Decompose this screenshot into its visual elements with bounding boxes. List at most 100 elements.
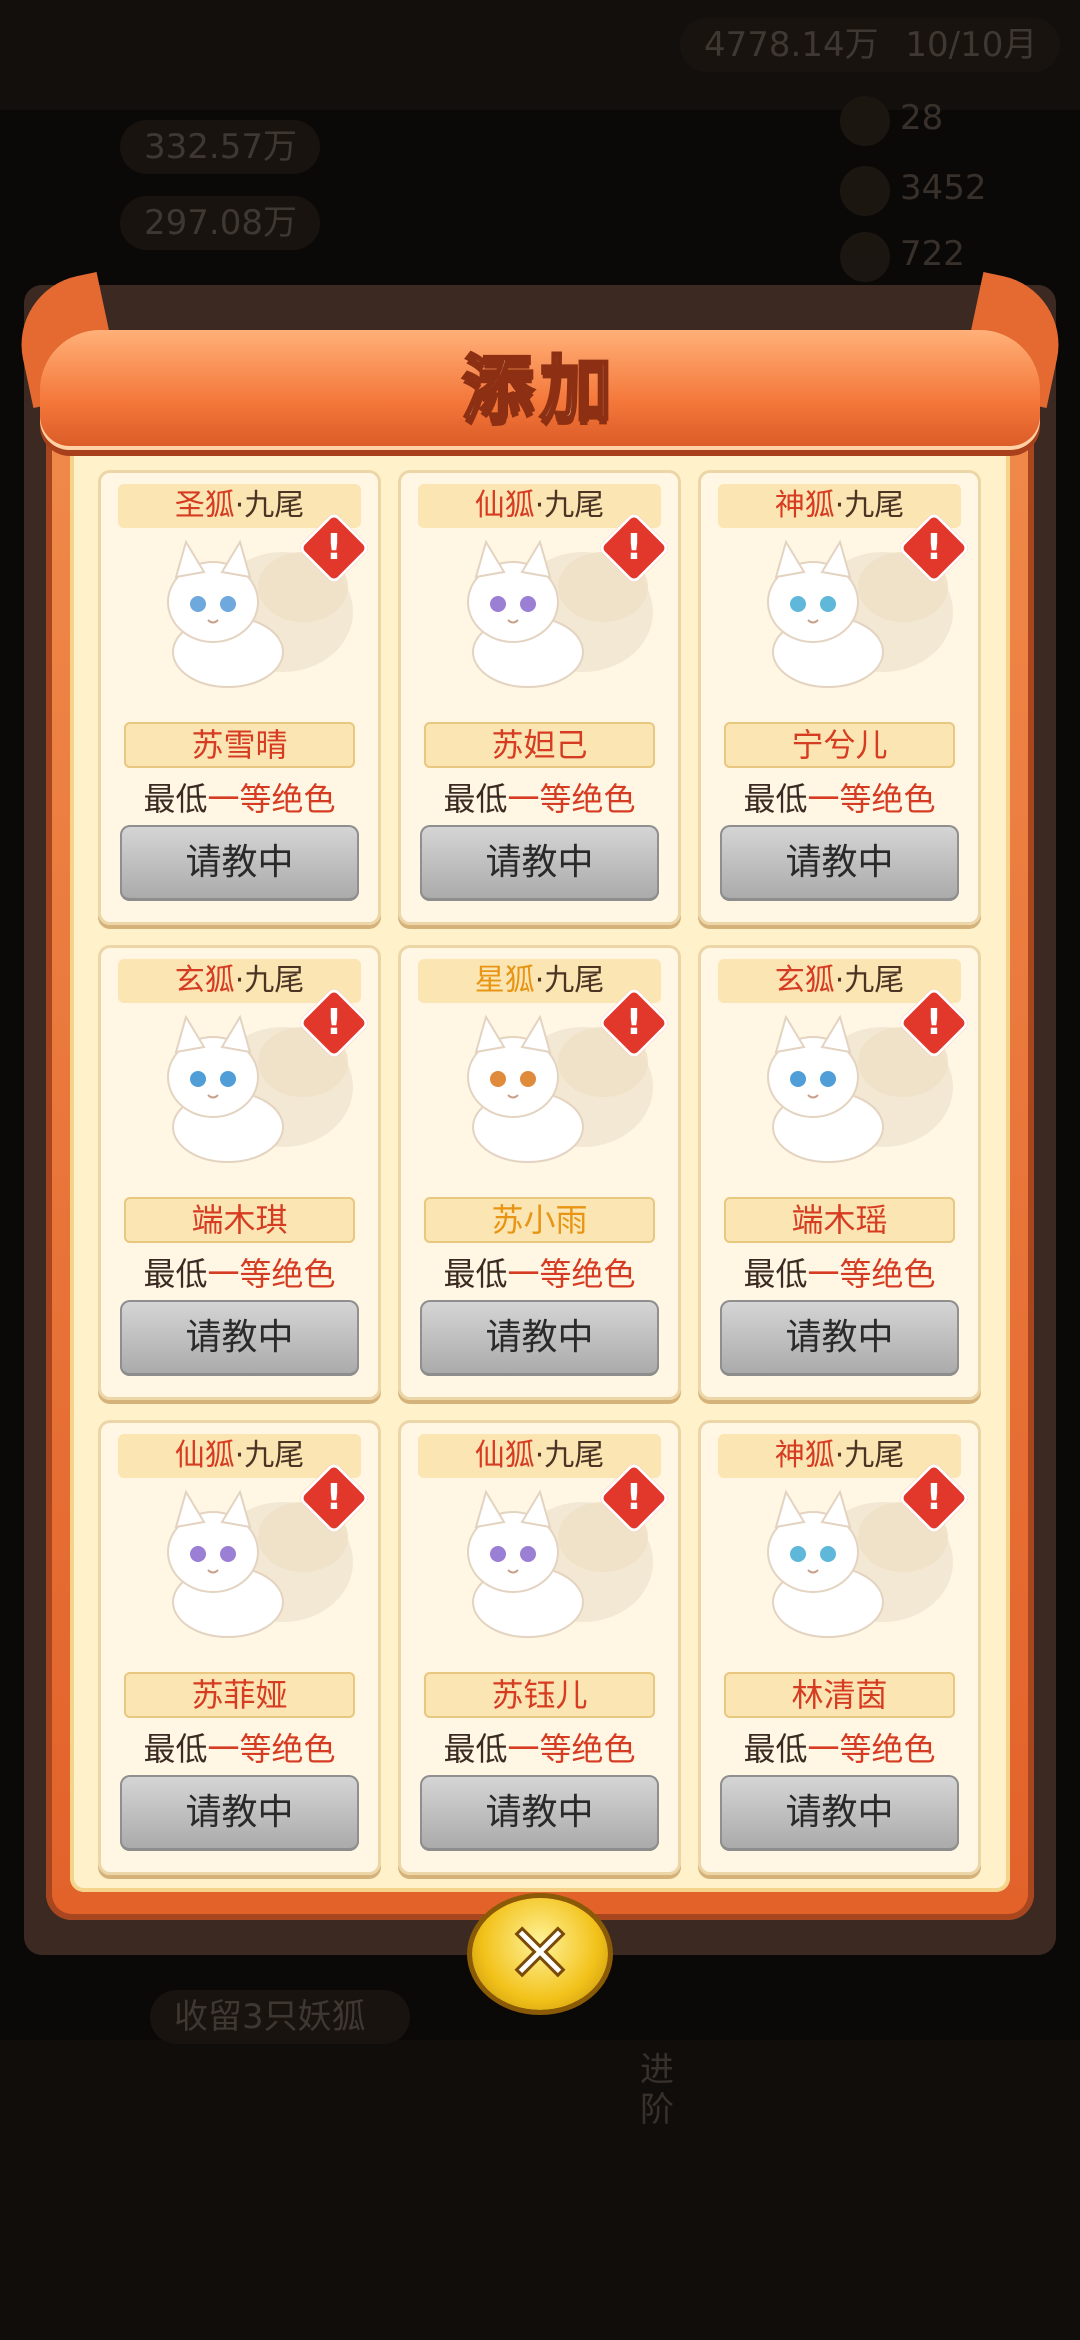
- fox-card-7[interactable]: 仙狐·九尾 ! 苏菲娅 最低一等绝色 请教中: [98, 1420, 381, 1875]
- rank-requirement: 最低一等绝色: [98, 774, 381, 820]
- alert-icon[interactable]: !: [297, 511, 371, 585]
- fox-name: 宁兮儿: [724, 722, 955, 768]
- fox-type: 星狐: [474, 963, 535, 998]
- rank-value: 一等绝色: [507, 780, 636, 818]
- right-stat3-value: 722: [900, 234, 965, 274]
- stat1-pill: 332.57万: [120, 120, 320, 174]
- consult-button[interactable]: 请教中: [720, 825, 959, 901]
- fox-tail: ·九尾: [534, 1438, 605, 1473]
- consult-button[interactable]: 请教中: [120, 1775, 359, 1851]
- fox-name: 苏小雨: [424, 1197, 655, 1243]
- resource-value: 4778.14万: [704, 25, 879, 65]
- rank-requirement: 最低一等绝色: [698, 774, 981, 820]
- rank-value: 一等绝色: [207, 1730, 336, 1768]
- consult-button[interactable]: 请教中: [120, 1300, 359, 1376]
- fox-type: 仙狐: [174, 1438, 235, 1473]
- fox-tail: ·九尾: [834, 1438, 905, 1473]
- fox-card-1[interactable]: 圣狐·九尾 ! 苏雪晴 最低一等绝色 请教中: [98, 470, 381, 925]
- alert-icon[interactable]: !: [897, 986, 971, 1060]
- alert-icon[interactable]: !: [897, 511, 971, 585]
- rank-requirement: 最低一等绝色: [98, 1724, 381, 1770]
- alert-icon[interactable]: !: [597, 986, 671, 1060]
- consult-button[interactable]: 请教中: [420, 825, 659, 901]
- right-stat2-icon: [840, 166, 890, 216]
- fox-tail: ·九尾: [234, 488, 305, 523]
- task-text: 收留3只妖狐: [174, 1997, 366, 2037]
- rank-prefix: 最低: [443, 1730, 508, 1768]
- fox-name: 林清茵: [724, 1672, 955, 1718]
- alert-icon[interactable]: !: [597, 511, 671, 585]
- fox-type: 神狐: [774, 1438, 835, 1473]
- fox-card-3[interactable]: 神狐·九尾 ! 宁兮儿 最低一等绝色 请教中: [698, 470, 981, 925]
- right-stat1-icon: [840, 96, 890, 146]
- fox-tail: ·九尾: [834, 963, 905, 998]
- alert-icon[interactable]: !: [297, 986, 371, 1060]
- fox-card-4[interactable]: 玄狐·九尾 ! 端木琪 最低一等绝色 请教中: [98, 945, 381, 1400]
- alert-icon[interactable]: !: [897, 1461, 971, 1535]
- rank-value: 一等绝色: [807, 1255, 936, 1293]
- consult-button[interactable]: 请教中: [120, 825, 359, 901]
- rank-value: 一等绝色: [507, 1255, 636, 1293]
- rank-requirement: 最低一等绝色: [698, 1724, 981, 1770]
- fox-type: 神狐: [774, 488, 835, 523]
- fox-type: 仙狐: [474, 488, 535, 523]
- rank-prefix: 最低: [443, 780, 508, 818]
- fox-type: 玄狐: [774, 963, 835, 998]
- fox-tail: ·九尾: [534, 963, 605, 998]
- rank-value: 一等绝色: [807, 1730, 936, 1768]
- fox-card-8[interactable]: 仙狐·九尾 ! 苏钰儿 最低一等绝色 请教中: [398, 1420, 681, 1875]
- rank-requirement: 最低一等绝色: [398, 1724, 681, 1770]
- rank-value: 一等绝色: [507, 1730, 636, 1768]
- consult-button[interactable]: 请教中: [420, 1775, 659, 1851]
- modal-title: 添加: [460, 346, 618, 433]
- consult-button[interactable]: 请教中: [720, 1300, 959, 1376]
- rank-value: 一等绝色: [207, 1255, 336, 1293]
- rank-requirement: 最低一等绝色: [398, 774, 681, 820]
- alert-icon[interactable]: !: [297, 1461, 371, 1535]
- stat2-value: 297.08万: [144, 203, 297, 243]
- right-stat2-value: 3452: [900, 168, 987, 208]
- fox-tail: ·九尾: [234, 1438, 305, 1473]
- fox-tail: ·九尾: [534, 488, 605, 523]
- fox-type: 玄狐: [174, 963, 235, 998]
- bottom-nav-area: [0, 2040, 1080, 2340]
- close-icon: ✕: [505, 1906, 575, 2002]
- rank-requirement: 最低一等绝色: [98, 1249, 381, 1295]
- fox-name: 端木琪: [124, 1197, 355, 1243]
- fox-card-5[interactable]: 星狐·九尾 ! 苏小雨 最低一等绝色 请教中: [398, 945, 681, 1400]
- fox-tail: ·九尾: [234, 963, 305, 998]
- rank-prefix: 最低: [743, 780, 808, 818]
- rank-prefix: 最低: [443, 1255, 508, 1293]
- alert-icon[interactable]: !: [597, 1461, 671, 1535]
- fox-name: 苏菲娅: [124, 1672, 355, 1718]
- fox-tail: ·九尾: [834, 488, 905, 523]
- fox-name: 端木瑶: [724, 1197, 955, 1243]
- resource-counter: 4778.14万 10/10月: [680, 18, 1060, 72]
- fox-type: 仙狐: [474, 1438, 535, 1473]
- rank-requirement: 最低一等绝色: [698, 1249, 981, 1295]
- consult-button[interactable]: 请教中: [420, 1300, 659, 1376]
- right-stat3-icon: [840, 232, 890, 282]
- fox-name: 苏雪晴: [124, 722, 355, 768]
- rank-prefix: 最低: [743, 1730, 808, 1768]
- stat2-pill: 297.08万: [120, 196, 320, 250]
- close-button[interactable]: ✕: [472, 1898, 608, 2010]
- task-pill: 收留3只妖狐: [150, 1990, 410, 2044]
- stat1-value: 332.57万: [144, 127, 297, 167]
- resource-secondary: 10/10月: [905, 25, 1038, 65]
- side-button-label: 进阶: [640, 2050, 674, 2130]
- fox-name: 苏钰儿: [424, 1672, 655, 1718]
- consult-button[interactable]: 请教中: [720, 1775, 959, 1851]
- rank-prefix: 最低: [143, 1730, 208, 1768]
- fox-card-9[interactable]: 神狐·九尾 ! 林清茵 最低一等绝色 请教中: [698, 1420, 981, 1875]
- right-stat1-value: 28: [900, 98, 944, 138]
- fox-name: 苏妲己: [424, 722, 655, 768]
- fox-card-6[interactable]: 玄狐·九尾 ! 端木瑶 最低一等绝色 请教中: [698, 945, 981, 1400]
- rank-prefix: 最低: [743, 1255, 808, 1293]
- fox-type: 圣狐: [174, 488, 235, 523]
- fox-card-2[interactable]: 仙狐·九尾 ! 苏妲己 最低一等绝色 请教中: [398, 470, 681, 925]
- rank-requirement: 最低一等绝色: [398, 1249, 681, 1295]
- rank-prefix: 最低: [143, 1255, 208, 1293]
- rank-prefix: 最低: [143, 780, 208, 818]
- rank-value: 一等绝色: [807, 780, 936, 818]
